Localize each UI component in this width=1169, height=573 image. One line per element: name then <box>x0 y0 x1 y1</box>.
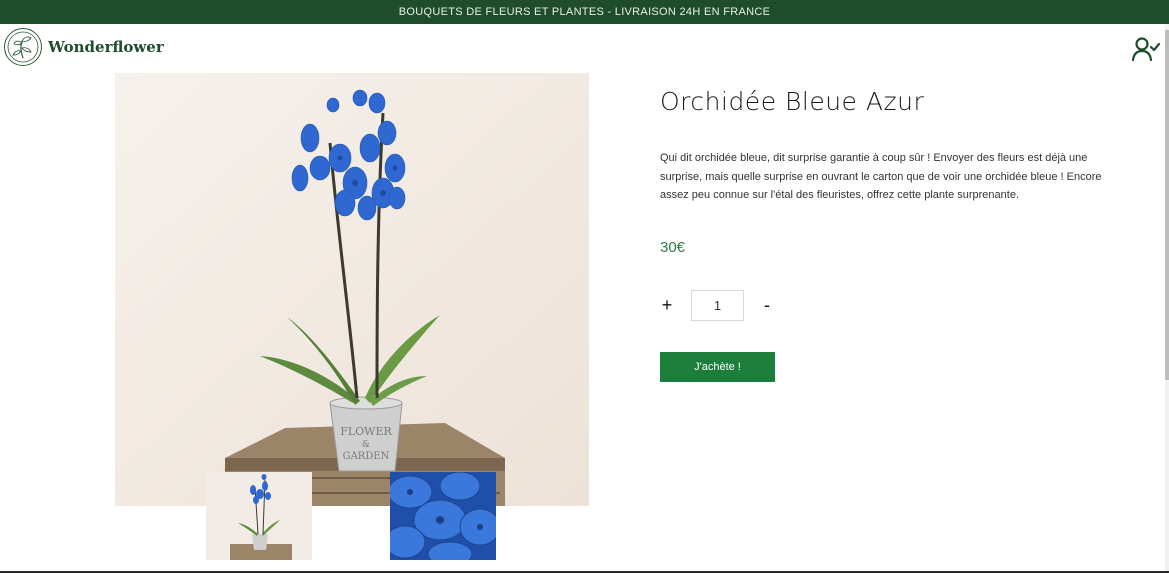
scrollbar-thumb[interactable] <box>1165 30 1169 380</box>
product-title: Orchidée Bleue Azur <box>660 87 925 116</box>
announcement-bar: BOUQUETS DE FLEURS ET PLANTES - LIVRAISO… <box>0 0 1169 24</box>
product-price: 30€ <box>660 239 686 256</box>
thumbnail-plant[interactable] <box>206 472 312 560</box>
buy-button[interactable]: J'achète ! <box>660 352 775 382</box>
quantity-input[interactable] <box>691 290 744 321</box>
pot-text-line3: GARDEN <box>343 451 390 462</box>
pot-text-line1: FLOWER <box>340 425 392 438</box>
quantity-decrease-button[interactable]: - <box>760 295 774 316</box>
user-check-icon[interactable] <box>1131 36 1161 62</box>
product-main-image: FLOWER & GARDEN <box>115 73 589 506</box>
quantity-stepper: + - <box>660 290 774 321</box>
brand-name: Wonderflower <box>48 38 164 56</box>
flower-wreath-icon <box>4 28 42 66</box>
pot-text-line2: & <box>362 440 370 450</box>
product-description: Qui dit orchidée bleue, dit surprise gar… <box>660 152 1102 201</box>
logo[interactable]: Wonderflower <box>4 28 164 66</box>
quantity-increase-button[interactable]: + <box>660 295 674 316</box>
thumbnail-flower-closeup[interactable] <box>390 472 496 560</box>
site-header: Wonderflower <box>0 24 1169 72</box>
announcement-text: BOUQUETS DE FLEURS ET PLANTES - LIVRAISO… <box>398 6 771 18</box>
